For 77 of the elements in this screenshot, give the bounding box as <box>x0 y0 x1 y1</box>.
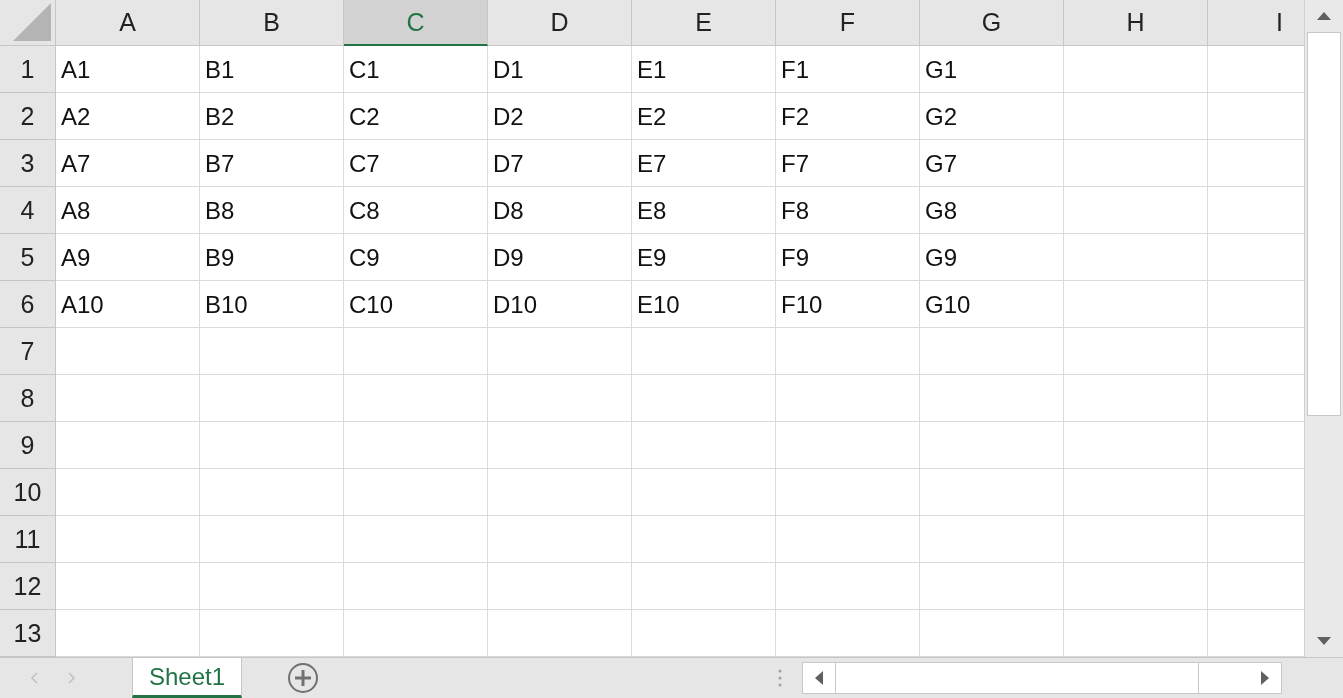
table-cell-text: F7 <box>780 148 810 179</box>
add-sheet-icon[interactable] <box>287 662 320 694</box>
table-cell-text: A2 <box>60 101 92 132</box>
table-cell-text: G7 <box>924 148 958 179</box>
table-cell-text: F10 <box>780 289 824 320</box>
table-cell-text: B7 <box>204 148 236 179</box>
previous-sheet-icon[interactable] <box>30 672 38 684</box>
row-header[interactable]: 5 <box>0 234 56 281</box>
table-cell-text: C7 <box>348 148 381 179</box>
table-cell-text: B9 <box>204 242 236 273</box>
table-cell-text: E8 <box>636 195 668 226</box>
table-cell-text: E1 <box>636 54 668 85</box>
scroll-right-icon[interactable] <box>1261 671 1270 685</box>
table-cell-text: A10 <box>60 289 105 320</box>
scroll-thumb[interactable] <box>835 663 1200 693</box>
row-header[interactable]: 1 <box>0 46 56 93</box>
table-cell-text: F1 <box>780 54 810 85</box>
table-cell-text: F8 <box>780 195 810 226</box>
scroll-left-icon[interactable] <box>815 671 824 685</box>
table-cell-text: C10 <box>348 289 395 320</box>
table-cell-text: A1 <box>60 54 92 85</box>
table-cell-text: B10 <box>204 289 249 320</box>
table-cell-text: E9 <box>636 242 668 273</box>
row-header[interactable]: 11 <box>0 516 56 563</box>
splitter-icon[interactable] <box>778 668 783 688</box>
column-header[interactable]: A <box>56 0 200 46</box>
table-cell-text: A8 <box>60 195 92 226</box>
table-cell-text: B8 <box>204 195 236 226</box>
table-cell-text: G10 <box>924 289 972 320</box>
column-header[interactable]: I <box>1208 0 1305 46</box>
table-cell-text: D10 <box>492 289 539 320</box>
table-cell-text: C1 <box>348 54 381 85</box>
row-header[interactable]: 3 <box>0 140 56 187</box>
table-cell-text: F9 <box>780 242 810 273</box>
row-header[interactable]: 9 <box>0 422 56 469</box>
table-cell-text: C8 <box>348 195 381 226</box>
sheet-tab[interactable]: Sheet1 <box>132 658 243 698</box>
column-header[interactable]: D <box>488 0 632 46</box>
table-cell-text: B2 <box>204 101 236 132</box>
table-cell-text: F2 <box>780 101 810 132</box>
table-cell-text: A7 <box>60 148 92 179</box>
table-cell-text: D1 <box>492 54 525 85</box>
column-header[interactable]: E <box>632 0 776 46</box>
table-cell-text: G1 <box>924 54 958 85</box>
table-cell-text: D8 <box>492 195 525 226</box>
table-cell-text: E7 <box>636 148 668 179</box>
row-header[interactable]: 8 <box>0 375 56 422</box>
scroll-down-icon[interactable] <box>1317 637 1331 645</box>
row-header[interactable]: 10 <box>0 469 56 516</box>
table-cell-text: D7 <box>492 148 525 179</box>
table-cell-text: C9 <box>348 242 381 273</box>
table-cell-text: C2 <box>348 101 381 132</box>
scroll-up-icon[interactable] <box>1317 12 1331 20</box>
column-header[interactable]: B <box>200 0 344 46</box>
table-cell-text: A9 <box>60 242 92 273</box>
column-header[interactable]: H <box>1064 0 1208 46</box>
column-header[interactable]: C <box>344 0 488 46</box>
vertical-scrollbar[interactable] <box>1304 0 1343 657</box>
table-cell-text: G8 <box>924 195 958 226</box>
column-header[interactable]: F <box>776 0 920 46</box>
table-cell-text: B1 <box>204 54 236 85</box>
next-sheet-icon[interactable] <box>68 672 76 684</box>
table-cell-text: D9 <box>492 242 525 273</box>
row-header[interactable]: 12 <box>0 563 56 610</box>
table-cell-text: G2 <box>924 101 958 132</box>
row-header[interactable]: 13 <box>0 610 56 657</box>
table-cell-text: E10 <box>636 289 681 320</box>
table-cell-text: D2 <box>492 101 525 132</box>
horizontal-scrollbar[interactable] <box>802 662 1283 694</box>
row-header[interactable]: 2 <box>0 93 56 140</box>
row-header[interactable]: 6 <box>0 281 56 328</box>
scroll-thumb[interactable] <box>1307 32 1341 416</box>
column-header[interactable]: G <box>920 0 1064 46</box>
row-header[interactable]: 4 <box>0 187 56 234</box>
table-cell-text: G9 <box>924 242 958 273</box>
row-header[interactable]: 7 <box>0 328 56 375</box>
table-cell-text: E2 <box>636 101 668 132</box>
